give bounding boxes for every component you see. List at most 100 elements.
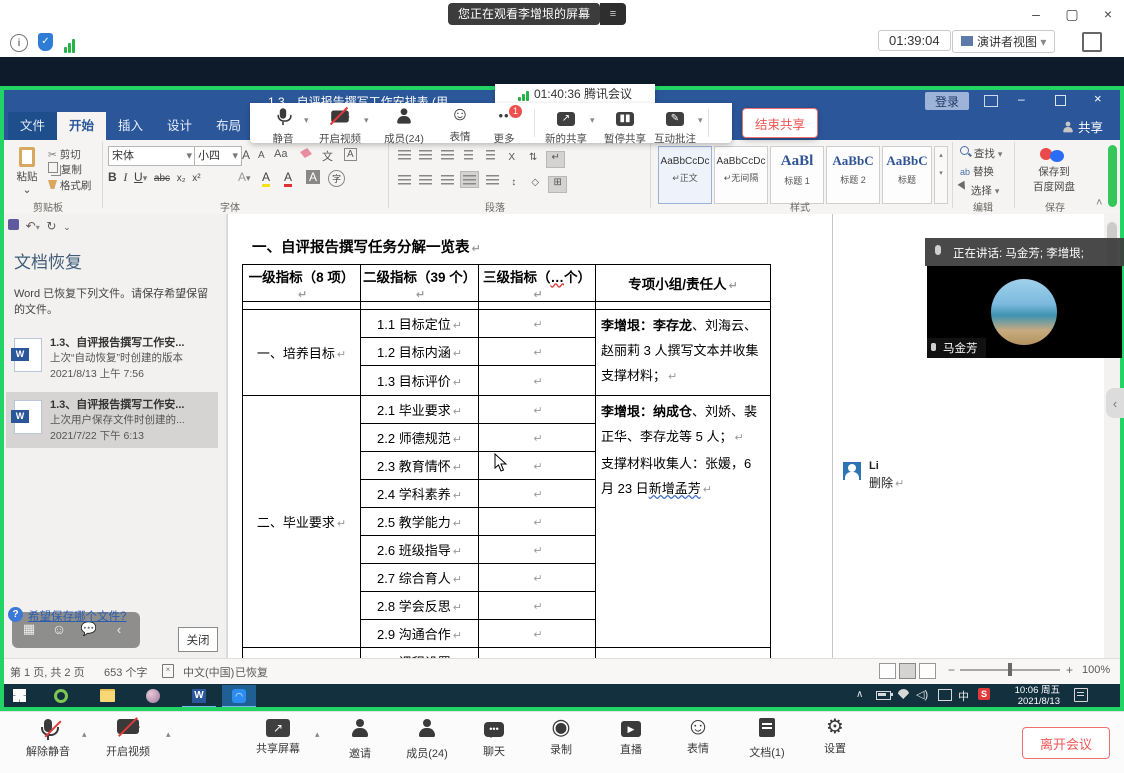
align-center-button[interactable]: [417, 172, 434, 187]
justify-button[interactable]: [460, 171, 479, 188]
annotate-options-icon[interactable]: ▾: [698, 115, 703, 126]
pause-share-button[interactable]: ▮▮ 暂停共享: [602, 108, 648, 126]
cut-button[interactable]: ✂ 剪切: [48, 147, 81, 162]
ime-language-icon[interactable]: 中: [958, 688, 969, 704]
align-left-button[interactable]: [396, 172, 413, 187]
wifi-icon[interactable]: [898, 689, 909, 699]
annotate-button[interactable]: ✎ 互动批注: [652, 108, 698, 126]
word-restore-button[interactable]: [1055, 95, 1066, 106]
collapse-ribbon-icon[interactable]: ˄: [1096, 197, 1102, 209]
increase-indent-button[interactable]: [482, 147, 499, 162]
redo-icon[interactable]: ↻: [46, 219, 56, 233]
sort-button[interactable]: ⇅: [525, 152, 542, 167]
shrink-font-button[interactable]: A: [258, 150, 265, 161]
read-mode-icon[interactable]: [879, 663, 896, 679]
print-layout-icon[interactable]: [899, 663, 916, 679]
clock-time[interactable]: 10:06 周五2021/8/13: [1000, 685, 1060, 707]
phonetic-guide-button[interactable]: 文: [322, 148, 333, 164]
word-count[interactable]: 653 个字: [104, 664, 147, 680]
paste-button[interactable]: 粘贴⌄: [10, 145, 44, 201]
bullets-button[interactable]: [396, 147, 413, 162]
zoom-out-icon[interactable]: −: [948, 663, 955, 677]
line-spacing-button[interactable]: ↕: [505, 177, 522, 192]
subscript-button[interactable]: x₂: [177, 173, 186, 184]
decrease-indent-button[interactable]: [460, 147, 477, 162]
taskbar-wechat-icon[interactable]: [136, 685, 170, 706]
leave-meeting-button[interactable]: 离开会议: [1022, 727, 1110, 759]
view-mode-selector[interactable]: 演讲者视图 ▾: [952, 30, 1055, 53]
underline-button[interactable]: U: [134, 170, 143, 184]
undo-icon[interactable]: ↶: [26, 219, 36, 233]
video-options-icon[interactable]: ▴: [166, 729, 171, 740]
viewer-maximize-button[interactable]: ▢: [1058, 4, 1086, 24]
word-close-button[interactable]: ×: [1094, 91, 1102, 106]
zoom-slider-thumb[interactable]: [1008, 663, 1012, 676]
text-effects-button[interactable]: A▾: [238, 170, 251, 184]
settings-button[interactable]: ⚙ 设置: [811, 717, 859, 756]
new-share-button[interactable]: ↗ 新的共享: [544, 108, 588, 126]
more-button[interactable]: •• 1 更多: [486, 107, 522, 125]
tab-layout[interactable]: 布局: [204, 112, 253, 140]
share-options-icon[interactable]: ▴: [315, 729, 320, 740]
close-recovery-button[interactable]: 关闭: [178, 627, 218, 652]
style-heading1[interactable]: AaBl标题 1: [770, 146, 824, 204]
docs-button[interactable]: 文档(1): [741, 718, 793, 760]
viewer-minimize-button[interactable]: –: [1022, 4, 1050, 24]
taskbar-browser-icon[interactable]: [44, 685, 78, 706]
notification-center-icon[interactable]: [1074, 688, 1088, 702]
recovered-file-item-selected[interactable]: W 1.3、自评报告撰写工作安... 上次用户保存文件时创建的... 2021/…: [6, 392, 218, 448]
word-signin-button[interactable]: 登录: [925, 92, 969, 110]
grow-font-button[interactable]: A: [242, 148, 250, 162]
tab-file[interactable]: 文件: [8, 112, 57, 140]
start-button[interactable]: [2, 685, 36, 706]
align-right-button[interactable]: [439, 172, 456, 187]
network-signal-icon[interactable]: [64, 35, 76, 53]
record-button[interactable]: ◉ 录制: [537, 716, 585, 757]
asian-layout-button[interactable]: X: [503, 152, 520, 167]
panel-collapse-handle[interactable]: ‹: [1106, 388, 1124, 418]
shading-button[interactable]: A: [306, 170, 320, 184]
info-icon[interactable]: i: [10, 34, 28, 52]
chat-button[interactable]: ••• 聊天: [470, 719, 518, 759]
save-to-baidu-button[interactable]: 保存到百度网盘: [1022, 146, 1086, 194]
battery-icon[interactable]: [876, 691, 891, 700]
style-title[interactable]: AaBbC标题: [882, 146, 932, 204]
zoom-level[interactable]: 100%: [1082, 664, 1110, 676]
help-icon[interactable]: ?: [8, 607, 23, 622]
tab-design[interactable]: 设计: [155, 112, 204, 140]
replace-button[interactable]: ab 替换: [960, 164, 994, 179]
multilevel-list-button[interactable]: [439, 147, 456, 162]
style-normal[interactable]: AaBbCcDc↵正文: [658, 146, 712, 204]
shading-bucket-button[interactable]: ◇: [527, 177, 544, 192]
strikethrough-button[interactable]: abc: [154, 173, 170, 184]
tab-home[interactable]: 开始: [57, 112, 106, 140]
taskbar-meeting-icon[interactable]: ◠: [222, 685, 256, 708]
video-button[interactable]: 开启视频: [318, 109, 362, 129]
viewer-close-button[interactable]: ×: [1094, 4, 1122, 24]
page-indicator[interactable]: 第 1 页, 共 2 页: [10, 664, 85, 680]
distribute-button[interactable]: [484, 172, 501, 187]
bold-button[interactable]: B: [108, 170, 117, 184]
start-video-button[interactable]: 开启视频: [96, 719, 160, 759]
emoji-button[interactable]: ☺ 表情: [674, 715, 722, 756]
emoji-button[interactable]: ☺ 表情: [442, 104, 478, 126]
circle-char-button[interactable]: 字: [328, 170, 345, 187]
ime-panel-icon[interactable]: [938, 689, 952, 701]
members-button[interactable]: 成员(24): [398, 719, 456, 761]
change-case-button[interactable]: Aa: [274, 148, 287, 160]
tray-expand-icon[interactable]: ∧: [856, 689, 863, 700]
borders-button[interactable]: ⊞: [548, 176, 567, 193]
superscript-button[interactable]: x²: [192, 173, 200, 184]
recovered-file-item[interactable]: W 1.3、自评报告撰写工作安... 上次“自动恢复”时创建的版本 2021/8…: [6, 330, 218, 386]
italic-button[interactable]: I: [123, 170, 127, 184]
video-options-icon[interactable]: ▾: [364, 115, 369, 126]
taskbar-word-icon[interactable]: W: [182, 685, 216, 708]
mute-options-icon[interactable]: ▾: [304, 115, 309, 126]
banner-menu-icon[interactable]: ≡: [600, 3, 626, 25]
volume-icon[interactable]: ◁): [916, 688, 928, 701]
unmute-button[interactable]: 解除静音: [18, 719, 78, 759]
find-button[interactable]: 查找 ▾: [960, 146, 1002, 161]
language-indicator[interactable]: 中文(中国): [183, 664, 234, 680]
document-page[interactable]: 一、自评报告撰写任务分解一览表↵ 一级指标（8 项）↵ 二级指标（39 个）↵ …: [228, 214, 832, 658]
taskbar-explorer-icon[interactable]: [90, 685, 124, 706]
